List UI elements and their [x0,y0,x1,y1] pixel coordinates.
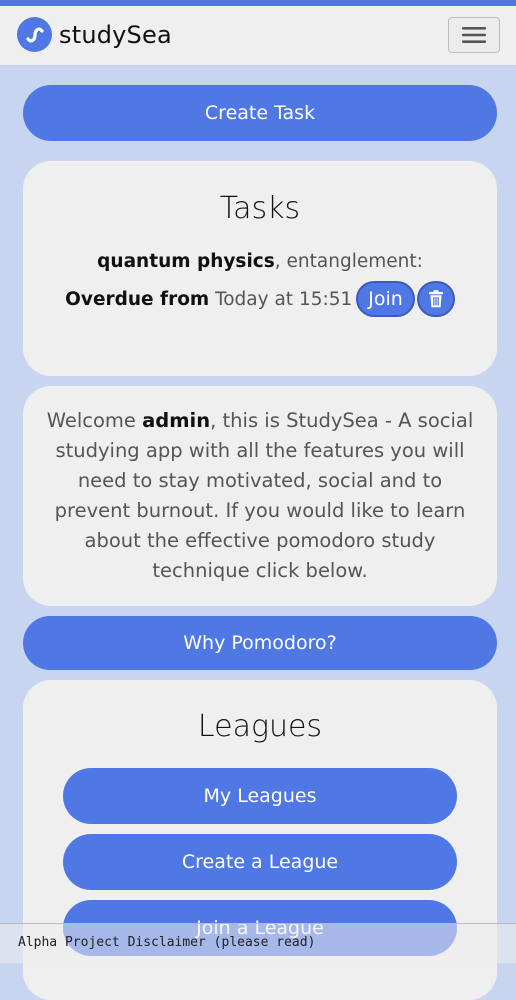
welcome-text: Welcome admin, this is StudySea - A soci… [45,406,475,586]
my-leagues-button[interactable]: My Leagues [63,768,457,824]
task-item-subject-line: quantum physics, entanglement: [23,251,497,272]
disclaimer-link[interactable]: Alpha Project Disclaimer (please read) [18,935,315,950]
welcome-prefix: Welcome [46,409,143,432]
welcome-username: admin [142,409,211,432]
delete-task-button[interactable] [416,281,455,317]
wave-logo-icon [17,17,52,52]
tasks-card: Tasks quantum physics, entanglement: Ove… [23,161,497,376]
why-pomodoro-button[interactable]: Why Pomodoro? [23,616,497,670]
welcome-body: , this is StudySea - A social studying a… [54,409,474,582]
welcome-card: Welcome admin, this is StudySea - A soci… [23,386,497,606]
create-league-button[interactable]: Create a League [63,834,457,890]
hamburger-icon [462,27,486,43]
create-task-button[interactable]: Create Task [23,85,497,141]
task-item-due-line: Overdue from Today at 15:51 Join [23,279,497,319]
brand-name: studySea [59,20,172,49]
navbar: studySea [0,6,516,65]
disclaimer-bar[interactable]: Alpha Project Disclaimer (please read) [0,923,516,963]
brand-link[interactable]: studySea [17,17,172,52]
leagues-title: Leagues [197,709,323,744]
join-task-button[interactable]: Join [356,281,415,317]
menu-toggle-button[interactable] [448,17,500,53]
trash-icon [428,290,443,308]
task-status-label: Overdue from [65,288,210,310]
task-topic: , entanglement: [274,251,423,272]
tasks-title: Tasks [219,191,301,226]
task-subject: quantum physics [97,251,275,272]
task-due-time: Today at 15:51 [209,288,353,310]
